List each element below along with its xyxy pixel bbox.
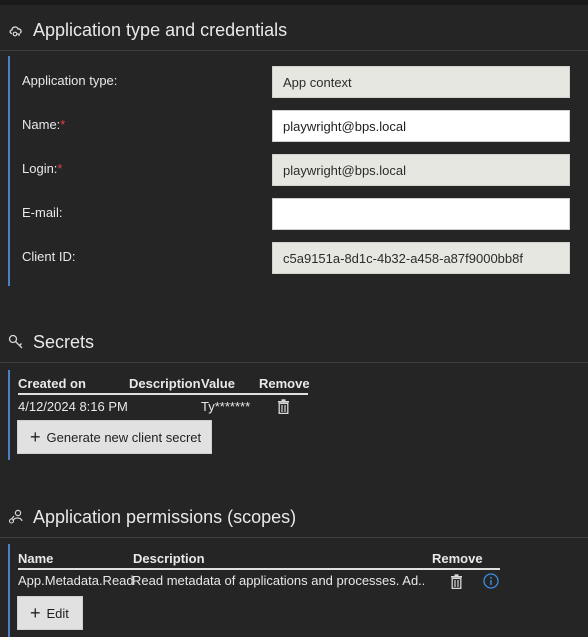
permissions-col-description: Description [133,551,205,566]
secrets-col-created: Created on [18,376,86,391]
application-type-field: App context [272,66,570,98]
secrets-section-header[interactable]: Secrets [0,322,588,363]
permission-description: Read metadata of applications and proces… [132,573,424,588]
permissions-col-name: Name [18,551,54,566]
plus-icon: + [30,427,41,447]
secrets-col-value: Value [201,376,235,391]
permissions-section-header[interactable]: Application permissions (scopes) [0,497,588,538]
secrets-accent-bar [8,370,10,460]
key-icon [8,334,24,350]
trash-icon[interactable] [450,574,463,594]
login-field: playwright@bps.local [272,154,570,186]
permission-name: App.Metadata.Read [18,573,134,588]
credentials-section-title: Application type and credentials [33,19,288,40]
login-label-text: Login: [22,161,58,176]
email-field[interactable] [272,198,570,230]
client-id-field: c5a9151a-8d1c-4b32-a458-a87f9000bb8f [272,242,570,274]
name-label: Name:* [22,117,65,132]
generate-client-secret-button[interactable]: + Generate new client secret [17,420,212,454]
secret-created-on: 4/12/2024 8:16 PM [18,399,128,414]
edit-permissions-button[interactable]: + Edit [17,596,83,630]
secrets-col-remove: Remove [259,376,310,391]
permissions-accent-bar [8,544,10,637]
top-band [0,0,588,5]
client-id-label: Client ID: [22,249,76,264]
plus-icon: + [30,603,41,623]
cloud-key-icon [8,22,24,38]
required-marker: * [60,117,66,132]
credentials-section-header[interactable]: Application type and credentials [0,10,588,51]
secrets-section-title: Secrets [33,331,95,352]
login-label: Login:* [22,161,62,176]
application-type-label: Application type: [22,73,118,88]
permissions-col-remove: Remove [432,551,483,566]
secret-value: Ty******* [201,399,251,414]
info-icon[interactable] [483,573,499,594]
secrets-col-description: Description [129,376,201,391]
email-label: E-mail: [22,205,63,220]
name-field[interactable]: playwright@bps.local [272,110,570,142]
user-permissions-icon [8,509,24,525]
edit-label: Edit [46,605,69,621]
secrets-header-underline [18,393,308,395]
credentials-accent-bar [8,56,10,286]
permissions-header-underline [18,568,500,570]
required-marker: * [57,161,63,176]
name-label-text: Name: [22,117,61,132]
trash-icon[interactable] [277,399,290,419]
permissions-section-title: Application permissions (scopes) [33,506,297,527]
generate-client-secret-label: Generate new client secret [46,429,202,445]
